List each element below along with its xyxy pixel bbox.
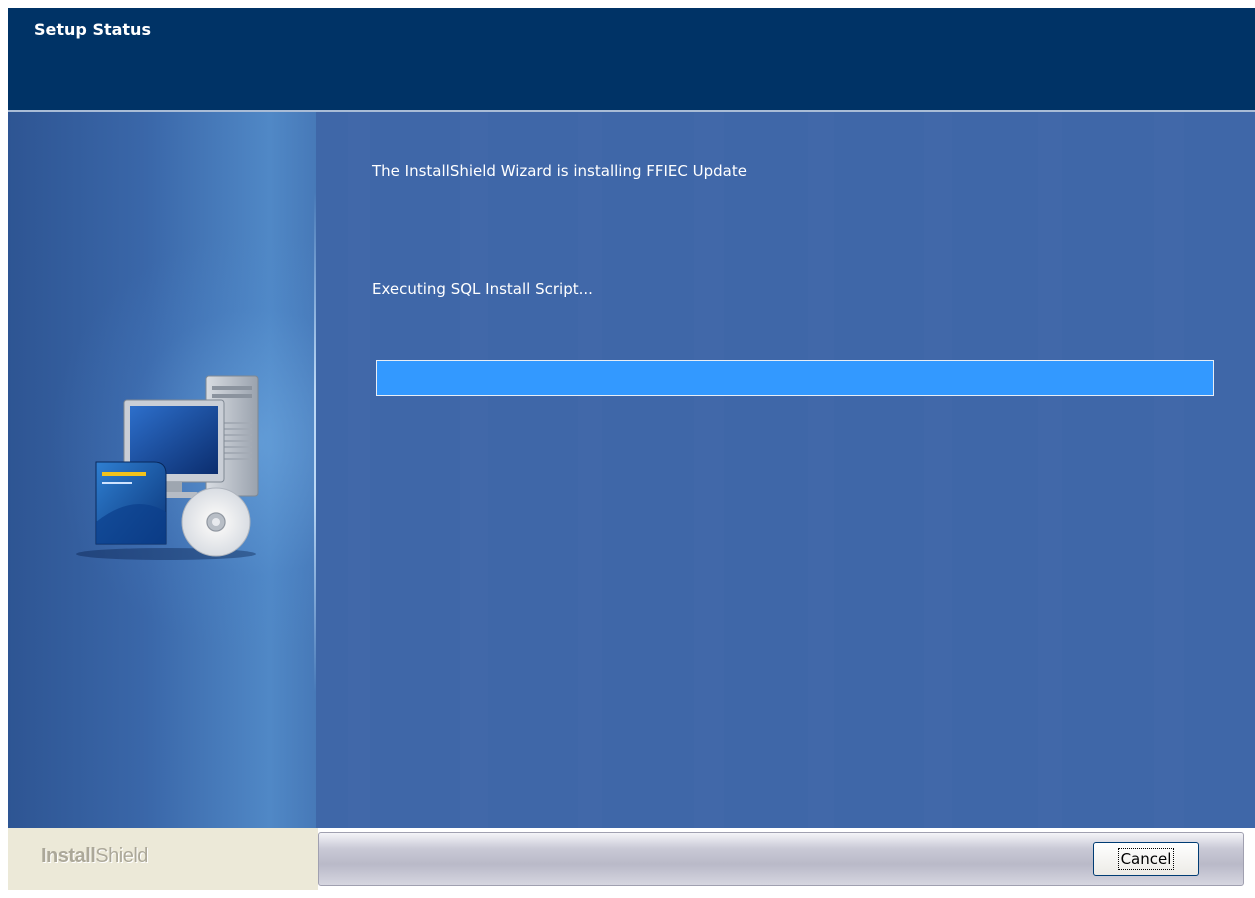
page-title: Setup Status: [34, 20, 151, 39]
side-panel: [8, 112, 316, 828]
background-stripe: [1154, 112, 1184, 828]
brand-prefix: Install: [41, 845, 96, 867]
background-stripe: [924, 112, 952, 828]
background-stripe: [808, 112, 834, 828]
status-message: Executing SQL Install Script...: [372, 280, 593, 298]
install-message: The InstallShield Wizard is installing F…: [372, 162, 747, 180]
cancel-button[interactable]: Cancel: [1093, 842, 1199, 876]
computer-with-server-and-cd-icon: [76, 375, 259, 560]
installshield-logo: InstallShield: [41, 845, 148, 868]
background-stripe: [348, 112, 370, 828]
header-banner: Setup Status: [8, 8, 1255, 112]
installer-window: Setup Status The InstallShield Wizard is…: [8, 8, 1255, 890]
cancel-button-label: Cancel: [1117, 848, 1175, 870]
background-stripe: [578, 112, 602, 828]
background-stripe: [460, 112, 488, 828]
progress-fill: [377, 361, 1213, 395]
panel-divider: [314, 192, 316, 692]
content-area: The InstallShield Wizard is installing F…: [8, 112, 1255, 828]
footer-brand-area: InstallShield: [8, 828, 318, 890]
progress-bar: [376, 360, 1214, 396]
background-stripe: [694, 112, 724, 828]
background-stripe: [1038, 112, 1062, 828]
footer: InstallShield Cancel: [8, 828, 1255, 890]
brand-suffix: Shield: [95, 845, 148, 867]
